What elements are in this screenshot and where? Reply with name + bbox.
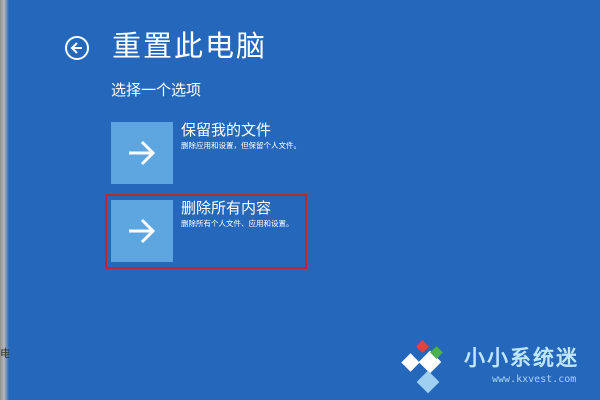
option-tile[interactable]: [111, 200, 173, 262]
keep-my-files-option[interactable]: 保留我的文件 删除应用和设置，但保留个人文件。: [111, 121, 341, 186]
choose-option-label: 选择一个选项: [111, 81, 202, 99]
back-arrow-icon: [70, 42, 82, 54]
watermark-text: 小小系统迷: [464, 346, 579, 370]
option-title: 删除所有内容: [181, 199, 272, 217]
arrow-right-icon: [129, 140, 156, 166]
option-description: 删除应用和设置，但保留个人文件。: [181, 141, 301, 150]
remove-everything-option[interactable]: 删除所有内容 删除所有个人文件、应用和设置。: [111, 199, 341, 264]
option-description: 删除所有个人文件、应用和设置。: [181, 219, 294, 228]
arrow-right-icon: [129, 218, 156, 244]
back-button[interactable]: [65, 36, 89, 60]
watermark-logo-icon: [401, 340, 443, 394]
option-tile[interactable]: [111, 122, 173, 184]
site-watermark: 小小系统迷 www.kxvest.com: [400, 332, 600, 400]
background-window-text-fragment: 电: [0, 347, 9, 360]
background-window-edge: 电: [0, 0, 9, 400]
watermark-url: www.kxvest.com: [492, 374, 577, 385]
page-title: 重置此电脑: [112, 29, 268, 63]
option-title: 保留我的文件: [181, 121, 272, 139]
